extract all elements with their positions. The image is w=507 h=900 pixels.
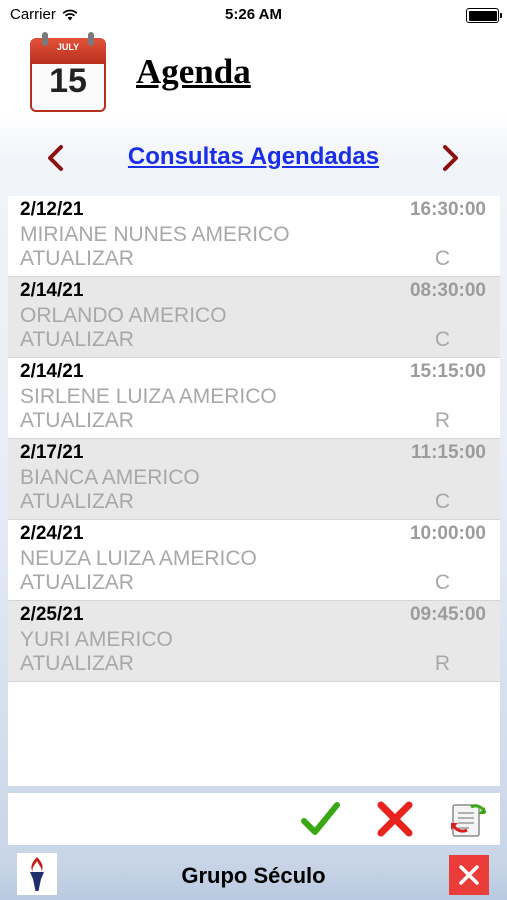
table-row[interactable]: 2/14/21 08:30:00 ORLANDO AMERICO ATUALIZ… — [8, 277, 500, 358]
close-button[interactable] — [449, 855, 489, 895]
patient-name: MIRIANE NUNES AMERICO — [20, 223, 290, 246]
status-bar: Carrier 5:26 AM — [0, 0, 507, 30]
update-action[interactable]: ATUALIZAR — [20, 652, 134, 676]
appointment-date: 2/14/21 — [20, 361, 84, 382]
x-mark-icon — [377, 801, 413, 837]
appointment-status: C — [434, 247, 450, 270]
appointment-time: 15:15:00 — [409, 361, 486, 382]
next-button[interactable] — [436, 140, 466, 176]
appointment-time: 16:30:00 — [409, 199, 486, 220]
table-row[interactable]: 2/24/21 10:00:00 NEUZA LUIZA AMERICO ATU… — [8, 520, 500, 601]
chevron-right-icon — [443, 145, 458, 171]
appointment-date: 2/24/21 — [20, 523, 84, 544]
company-name: Grupo Século — [181, 863, 326, 888]
appointment-status: C — [434, 571, 450, 594]
refresh-document-icon — [451, 804, 487, 837]
patient-name: ORLANDO AMERICO — [20, 304, 227, 327]
appointment-time: 08:30:00 — [409, 280, 486, 301]
appointment-time: 11:15:00 — [410, 442, 486, 463]
update-action[interactable]: ATUALIZAR — [20, 490, 134, 514]
appointment-time: 10:00:00 — [409, 523, 486, 544]
update-action[interactable]: ATUALIZAR — [20, 328, 134, 352]
update-action[interactable]: ATUALIZAR — [20, 571, 134, 595]
appointment-status: R — [434, 652, 450, 675]
table-row[interactable]: 2/12/21 16:30:00 MIRIANE NUNES AMERICO A… — [8, 196, 500, 277]
appointment-date: 2/14/21 — [20, 280, 84, 301]
cancel-button[interactable] — [373, 797, 417, 841]
appointment-date: 2/12/21 — [20, 199, 84, 220]
appointment-date: 2/25/21 — [20, 604, 84, 625]
appointment-status: C — [434, 490, 450, 513]
checkmark-icon — [301, 802, 340, 835]
table-row[interactable]: 2/25/21 09:45:00 YURI AMERICO ATUALIZAR … — [8, 601, 500, 682]
nav-title-link[interactable]: Consultas Agendadas — [0, 143, 507, 171]
refresh-button[interactable] — [446, 797, 490, 841]
action-toolbar — [8, 793, 500, 845]
table-row[interactable]: 2/17/21 11:15:00 BIANCA AMERICO ATUALIZA… — [8, 439, 500, 520]
nav-bar: Consultas Agendadas — [0, 136, 507, 180]
calendar-icon: JULY 15 — [30, 32, 106, 114]
page-title: Agenda — [136, 52, 251, 91]
footer-bar: Grupo Século — [0, 850, 507, 900]
appointment-list[interactable]: 2/12/21 16:30:00 MIRIANE NUNES AMERICO A… — [8, 196, 500, 786]
patient-name: BIANCA AMERICO — [20, 466, 200, 489]
appointment-date: 2/17/21 — [20, 442, 84, 463]
update-action[interactable]: ATUALIZAR — [20, 409, 134, 433]
appointment-status: R — [434, 409, 450, 432]
patient-name: YURI AMERICO — [20, 628, 173, 651]
status-time: 5:26 AM — [225, 6, 282, 23]
confirm-button[interactable] — [298, 797, 342, 841]
table-row[interactable]: 2/14/21 15:15:00 SIRLENE LUIZA AMERICO A… — [8, 358, 500, 439]
calendar-month: JULY — [56, 42, 80, 52]
close-icon — [459, 865, 479, 885]
update-action[interactable]: ATUALIZAR — [20, 247, 134, 271]
appointment-time: 09:45:00 — [409, 604, 486, 625]
patient-name: NEUZA LUIZA AMERICO — [20, 547, 257, 570]
appointment-status: C — [434, 328, 450, 351]
battery-icon — [466, 8, 502, 23]
patient-name: SIRLENE LUIZA AMERICO — [20, 385, 277, 408]
calendar-day: 15 — [49, 62, 87, 100]
